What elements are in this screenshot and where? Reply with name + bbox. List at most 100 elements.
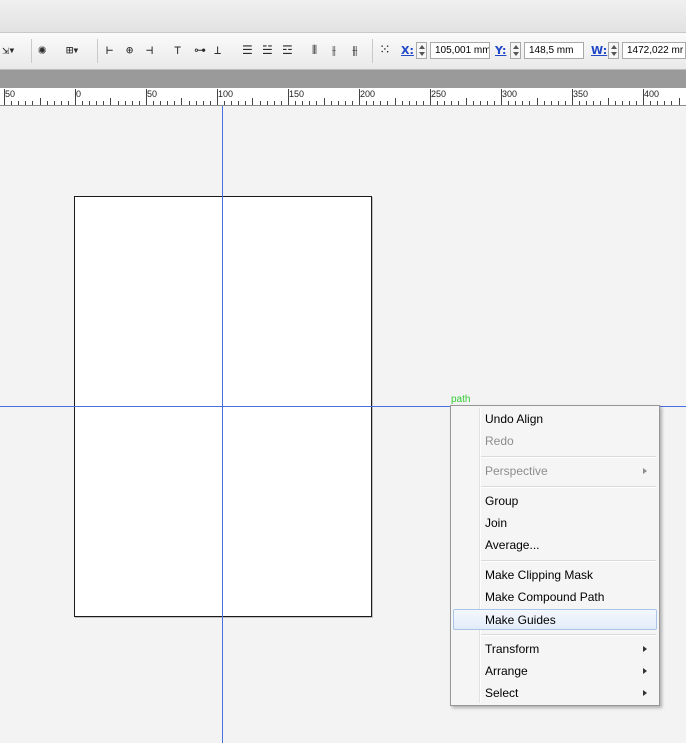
ruler-tick (387, 101, 388, 105)
ruler-tick (373, 101, 374, 105)
align-top-icon[interactable]: ⊤ (174, 42, 181, 59)
ruler-tick (174, 101, 175, 105)
ruler-tick (615, 101, 616, 105)
control-bar: ⇲▾ ✺ ⊞▾ ⊢ ⊕ ⊣ ⊤ ⊶ ⊥ ☰ ☱ ☲ ⫴ ⫲ ⫵ ⁙ X: Y: … (0, 33, 686, 70)
recolor-artwork-icon[interactable]: ✺ (38, 42, 47, 59)
ruler-tick (118, 101, 119, 105)
ruler-label: 0 (76, 89, 82, 99)
ruler-tick (338, 101, 339, 105)
distribute-top-icon[interactable]: ☰ (242, 42, 253, 59)
menu-separator (481, 486, 656, 488)
ruler-tick (473, 101, 474, 105)
ruler-tick (359, 89, 360, 105)
menu-item-label: Make Compound Path (485, 590, 605, 604)
ruler-tick (593, 101, 594, 105)
menu-item-group[interactable]: Group (453, 491, 657, 512)
x-input[interactable] (430, 42, 490, 59)
ruler-tick (466, 98, 467, 105)
w-label: W: (591, 44, 608, 57)
vertical-guide[interactable] (222, 106, 223, 743)
ruler-tick (409, 101, 410, 105)
isolate-object-icon[interactable]: ⊞▾ (66, 42, 79, 59)
ruler-tick (267, 101, 268, 105)
ruler-tick (224, 101, 225, 105)
align-right-icon[interactable]: ⊣ (146, 42, 153, 59)
menu-item-make-clipping-mask[interactable]: Make Clipping Mask (453, 565, 657, 586)
menu-item-undo-align[interactable]: Undo Align (453, 409, 657, 430)
ruler-label: 100 (218, 89, 234, 99)
ruler-tick (458, 101, 459, 105)
align-left-icon[interactable]: ⊢ (106, 42, 113, 59)
application-title-strip (0, 0, 686, 33)
ruler-tick (252, 98, 253, 105)
distribute-right-icon[interactable]: ⫵ (352, 42, 357, 59)
ruler-tick (153, 101, 154, 105)
ruler-tick (181, 98, 182, 105)
align-horizontal-center-icon[interactable]: ⊕ (126, 42, 133, 59)
reference-point-icon[interactable]: ⁙ (379, 42, 391, 59)
menu-item-label: Make Guides (485, 613, 556, 627)
ruler-tick (103, 101, 104, 105)
w-spinner[interactable] (608, 42, 619, 59)
x-label: X: (401, 44, 414, 57)
ruler-label: 250 (431, 89, 447, 99)
ruler-tick (110, 98, 111, 105)
align-bottom-icon[interactable]: ⊥ (214, 42, 221, 59)
y-label: Y: (495, 44, 507, 57)
y-input[interactable] (524, 42, 584, 59)
y-spinner[interactable] (510, 42, 521, 59)
ruler-tick (345, 101, 346, 105)
ruler-tick (40, 98, 41, 105)
menu-item-join[interactable]: Join (453, 513, 657, 534)
ruler-tick (217, 89, 218, 105)
ruler-tick (423, 101, 424, 105)
ruler-tick (68, 101, 69, 105)
distribute-horizontal-center-icon[interactable]: ⫲ (332, 42, 336, 59)
ruler-label: 400 (644, 89, 660, 99)
ruler-tick (551, 101, 552, 105)
ruler-tick (352, 101, 353, 105)
distribute-vertical-center-icon[interactable]: ☱ (262, 42, 273, 59)
ruler-tick (522, 101, 523, 105)
ruler-tick (494, 101, 495, 105)
menu-item-make-compound-path[interactable]: Make Compound Path (453, 587, 657, 608)
submenu-arrow-icon (643, 468, 647, 474)
menu-item-transform[interactable]: Transform (453, 639, 657, 660)
menu-item-label: Transform (485, 642, 540, 656)
menu-item-label: Make Clipping Mask (485, 568, 594, 582)
distribute-left-icon[interactable]: ⫴ (312, 42, 317, 59)
ruler-tick (82, 101, 83, 105)
menu-item-average[interactable]: Average... (453, 535, 657, 556)
ruler-tick (671, 101, 672, 105)
ruler-tick (508, 101, 509, 105)
menu-item-make-guides[interactable]: Make Guides (453, 609, 657, 630)
ruler-label: 50 (5, 89, 16, 99)
menu-item-select[interactable]: Select (453, 683, 657, 704)
ruler-tick (274, 101, 275, 105)
menu-item-label: Group (485, 494, 519, 508)
ruler-tick (572, 89, 573, 105)
ruler-tick (47, 101, 48, 105)
selection-tool-options-icon[interactable]: ⇲▾ (2, 42, 15, 59)
align-vertical-center-icon[interactable]: ⊶ (194, 42, 206, 59)
ruler-tick (451, 101, 452, 105)
ruler-tick (125, 101, 126, 105)
ruler-tick (18, 101, 19, 105)
ruler-label: 350 (573, 89, 589, 99)
ruler-tick (366, 101, 367, 105)
menu-item-arrange[interactable]: Arrange (453, 661, 657, 682)
distribute-bottom-icon[interactable]: ☲ (282, 42, 293, 59)
ruler-tick (96, 101, 97, 105)
x-spinner[interactable] (416, 42, 427, 59)
ruler-label: 300 (502, 89, 518, 99)
ruler-tick (139, 101, 140, 105)
menu-item-label: Perspective (485, 464, 548, 478)
ruler-tick (650, 101, 651, 105)
w-input[interactable] (622, 42, 686, 59)
ruler-tick (679, 98, 680, 105)
horizontal-ruler[interactable]: 50 0 50 100 150 200 250 300 350 400 (0, 88, 686, 106)
ruler-tick (309, 101, 310, 105)
ruler-tick (238, 101, 239, 105)
ruler-tick (600, 101, 601, 105)
menu-separator (481, 456, 656, 458)
